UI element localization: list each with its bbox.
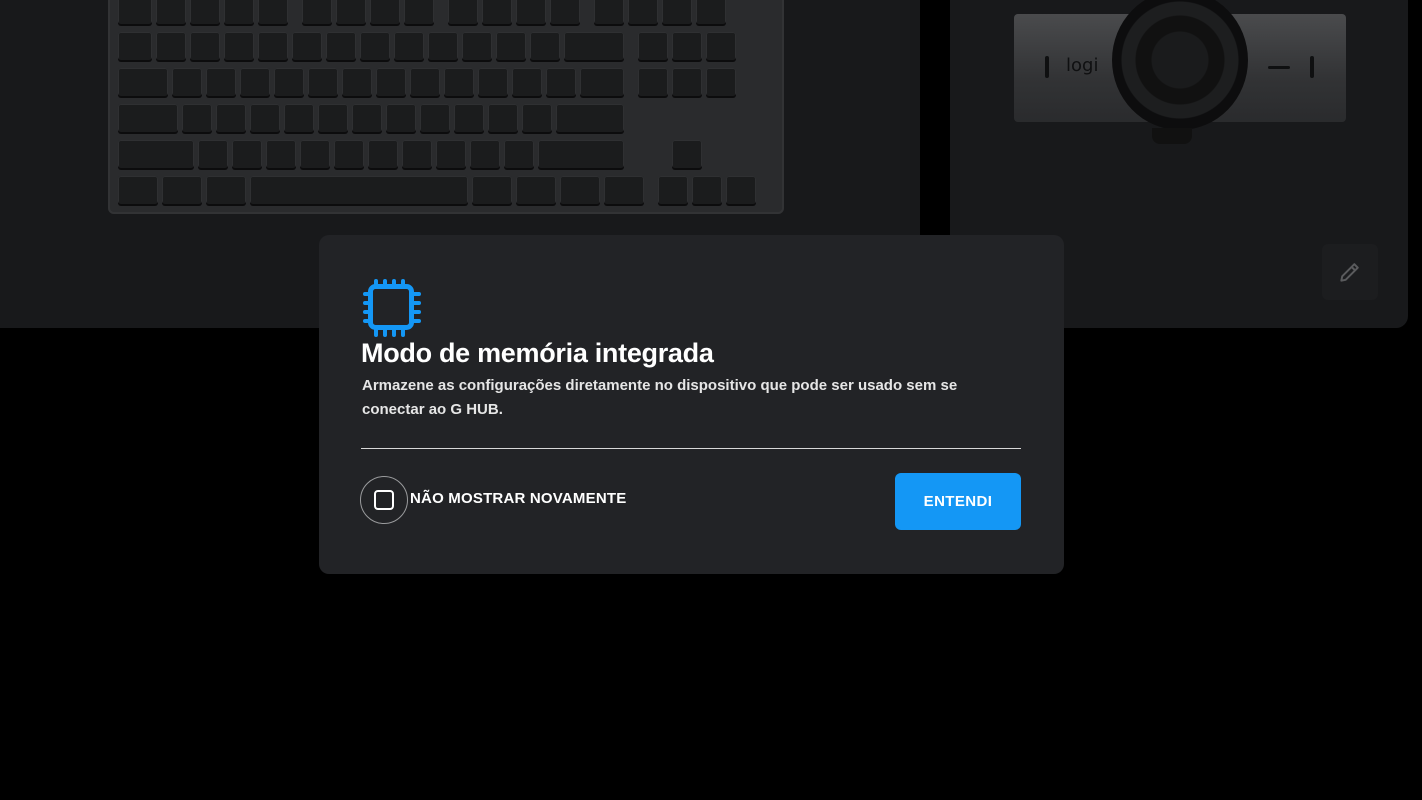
chip-icon [363, 279, 421, 337]
checkbox-box [374, 490, 394, 510]
dialog-divider [361, 448, 1021, 449]
dont-show-again-label[interactable]: NÃO MOSTRAR NOVAMENTE [410, 490, 626, 507]
webcam-mount [1152, 128, 1192, 144]
confirm-button[interactable]: ENTENDI [895, 473, 1021, 530]
dont-show-again-checkbox[interactable] [360, 476, 408, 524]
webcam-detail [1045, 56, 1049, 78]
webcam-brand-logo: logi [1066, 55, 1099, 76]
webcam-detail [1310, 56, 1314, 78]
edit-button[interactable] [1322, 244, 1378, 300]
keyboard-image [108, 0, 784, 214]
webcam-detail [1268, 66, 1290, 69]
pencil-icon [1340, 263, 1359, 282]
app-window: logi Modo de memória integrada Armazene … [0, 0, 1422, 800]
dialog-title: Modo de memória integrada [361, 338, 714, 368]
dialog-description: Armazene as configurações diretamente no… [362, 377, 958, 418]
